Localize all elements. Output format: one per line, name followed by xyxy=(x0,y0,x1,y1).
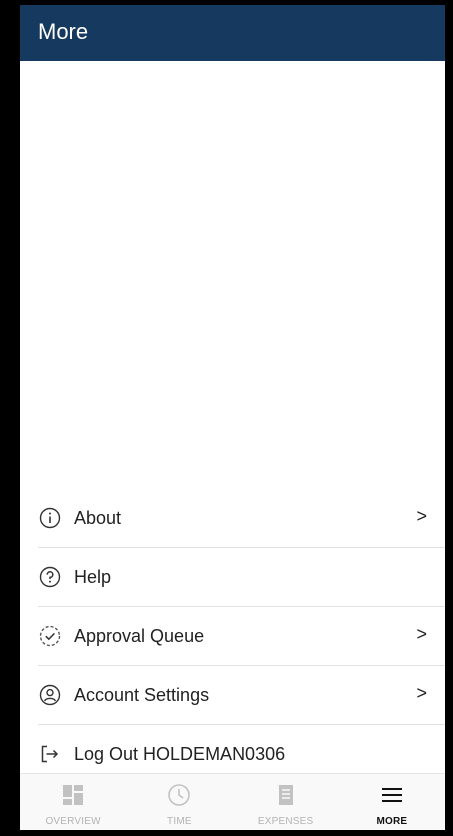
menu-item-label: About xyxy=(74,507,122,528)
tab-label: TIME xyxy=(167,816,192,827)
chevron-right-icon: > xyxy=(416,683,427,703)
question-icon xyxy=(38,565,62,589)
more-menu: About > Help Approval Queue > Account Se… xyxy=(20,489,445,783)
menu-item-label: Account Settings xyxy=(74,684,210,705)
hamburger-menu-icon xyxy=(379,783,405,812)
menu-item-label: Approval Queue xyxy=(74,625,205,646)
bottom-tab-bar: OVERVIEW TIME EXPENSES MORE xyxy=(20,773,445,830)
info-icon xyxy=(38,506,62,530)
tab-more[interactable]: MORE xyxy=(339,774,445,830)
tab-label: OVERVIEW xyxy=(45,816,101,827)
receipt-icon xyxy=(273,783,299,812)
approval-check-icon xyxy=(38,624,62,648)
dashboard-icon xyxy=(60,783,86,812)
page-title: More xyxy=(38,19,89,44)
account-icon xyxy=(38,683,62,707)
app-screen: More About > Help Approval Queue > Accou… xyxy=(20,5,445,830)
menu-item-label: Log Out HOLDEMAN0306 xyxy=(74,743,286,764)
tab-overview[interactable]: OVERVIEW xyxy=(20,774,126,830)
tab-label: MORE xyxy=(376,816,408,827)
menu-item-about[interactable]: About > xyxy=(38,489,445,548)
logout-icon xyxy=(38,742,62,766)
tab-label: EXPENSES xyxy=(257,816,314,827)
menu-item-label: Help xyxy=(74,566,112,587)
menu-item-approval-queue[interactable]: Approval Queue > xyxy=(38,607,445,666)
app-header: More xyxy=(20,5,445,61)
tab-expenses[interactable]: EXPENSES xyxy=(233,774,339,830)
menu-item-account-settings[interactable]: Account Settings > xyxy=(38,666,445,725)
tab-time[interactable]: TIME xyxy=(126,774,232,830)
chevron-right-icon: > xyxy=(416,506,427,526)
clock-icon xyxy=(166,783,192,812)
chevron-right-icon: > xyxy=(416,624,427,644)
menu-item-help[interactable]: Help xyxy=(38,548,445,607)
